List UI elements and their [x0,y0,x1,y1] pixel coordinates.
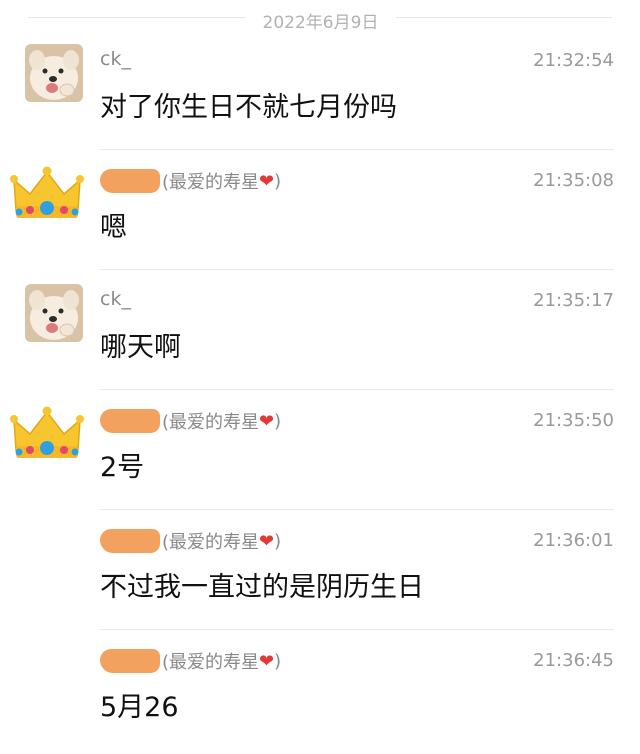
message-time: 21:36:01 [533,530,614,551]
dog-avatar[interactable] [25,44,83,102]
heart-icon: ❤ [259,530,275,552]
redacted-name [100,409,160,433]
message-text: 2号 [100,452,145,483]
sender-name: ck_ [100,48,131,70]
redacted-name [100,169,160,193]
sender-name: (最爱的寿星 ❤ ) [100,168,281,194]
sender-name: (最爱的寿星 ❤ ) [100,648,281,674]
message-time: 21:32:54 [533,50,614,71]
chat-message[interactable]: ck_ 21:32:54 对了你生日不就七月份吗 [0,30,640,150]
chat-message[interactable]: (最爱的寿星 ❤ ) 21:36:45 5月26 [0,630,640,750]
dog-avatar[interactable] [25,284,83,342]
sender-name: (最爱的寿星 ❤ ) [100,528,281,554]
sender-alias: (最爱的寿星 [162,532,260,553]
crown-avatar[interactable] [10,162,84,224]
message-text: 对了你生日不就七月份吗 [100,92,397,123]
chat-message[interactable]: (最爱的寿星 ❤ ) 21:35:50 2号 [0,390,640,510]
message-time: 21:35:17 [533,290,614,311]
message-time: 21:36:45 [533,650,614,671]
sender-name: (最爱的寿星 ❤ ) [100,408,281,434]
chat-message[interactable]: ck_ 21:35:17 哪天啊 [0,270,640,390]
sender-name: ck_ [100,288,131,310]
divider-line-left [28,17,245,18]
message-time: 21:35:50 [533,410,614,431]
redacted-name [100,529,160,553]
message-text: 不过我一直过的是阴历生日 [100,572,424,603]
sender-alias: (最爱的寿星 [162,652,260,673]
message-text: 5月26 [100,692,179,723]
sender-alias-end: ) [274,410,282,432]
divider-line-right [396,17,612,18]
sender-alias: (最爱的寿星 [162,172,260,193]
sender-alias-end: ) [274,650,282,672]
sender-alias-end: ) [274,170,282,192]
sender-alias-end: ) [274,530,282,552]
chat-message[interactable]: (最爱的寿星 ❤ ) 21:35:08 嗯 [0,150,640,270]
sender-alias: (最爱的寿星 [162,412,260,433]
chat-message[interactable]: (最爱的寿星 ❤ ) 21:36:01 不过我一直过的是阴历生日 [0,510,640,630]
redacted-name [100,649,160,673]
heart-icon: ❤ [259,170,275,192]
heart-icon: ❤ [259,650,275,672]
message-text: 哪天啊 [100,332,181,363]
message-text: 嗯 [100,212,127,243]
message-time: 21:35:08 [533,170,614,191]
heart-icon: ❤ [259,410,275,432]
crown-avatar[interactable] [10,402,84,464]
